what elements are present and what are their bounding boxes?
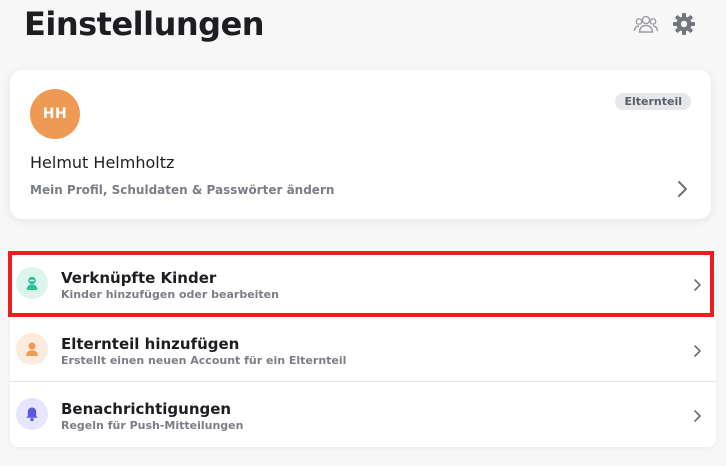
child-icon: [16, 267, 48, 299]
settings-item-notifications[interactable]: Benachrichtigungen Regeln für Push-Mitte…: [10, 383, 716, 447]
avatar: HH: [30, 89, 80, 139]
chevron-right-icon: [693, 277, 702, 296]
divider: [10, 381, 716, 382]
settings-item-linked-children[interactable]: Verknüpfte Kinder Kinder hinzufügen oder…: [10, 252, 716, 316]
settings-item-title: Benachrichtigungen: [61, 400, 232, 418]
profile-card[interactable]: HH Elternteil Helmut Helmholtz Mein Prof…: [10, 70, 711, 219]
gear-icon[interactable]: [670, 10, 698, 38]
settings-item-add-parent[interactable]: Elternteil hinzufügen Erstellt einen neu…: [10, 318, 716, 382]
profile-subtitle: Mein Profil, Schuldaten & Passwörter änd…: [30, 183, 335, 197]
role-badge: Elternteil: [615, 93, 691, 110]
profile-name: Helmut Helmholtz: [30, 153, 175, 172]
chevron-right-icon: [677, 180, 689, 202]
header-actions: [632, 10, 698, 38]
settings-item-title: Elternteil hinzufügen: [61, 335, 240, 353]
chevron-right-icon: [693, 408, 702, 427]
person-icon: [16, 333, 48, 365]
settings-item-title: Verknüpfte Kinder: [61, 269, 217, 287]
settings-item-subtitle: Erstellt einen neuen Account für ein Elt…: [61, 354, 347, 367]
page-title: Einstellungen: [24, 5, 265, 43]
bell-icon: [16, 398, 48, 430]
settings-item-subtitle: Kinder hinzufügen oder bearbeiten: [61, 288, 279, 301]
settings-item-subtitle: Regeln für Push-Mitteilungen: [61, 419, 244, 432]
group-icon[interactable]: [632, 10, 660, 38]
divider: [10, 315, 716, 316]
settings-list: Verknüpfte Kinder Kinder hinzufügen oder…: [10, 252, 716, 447]
chevron-right-icon: [693, 343, 702, 362]
